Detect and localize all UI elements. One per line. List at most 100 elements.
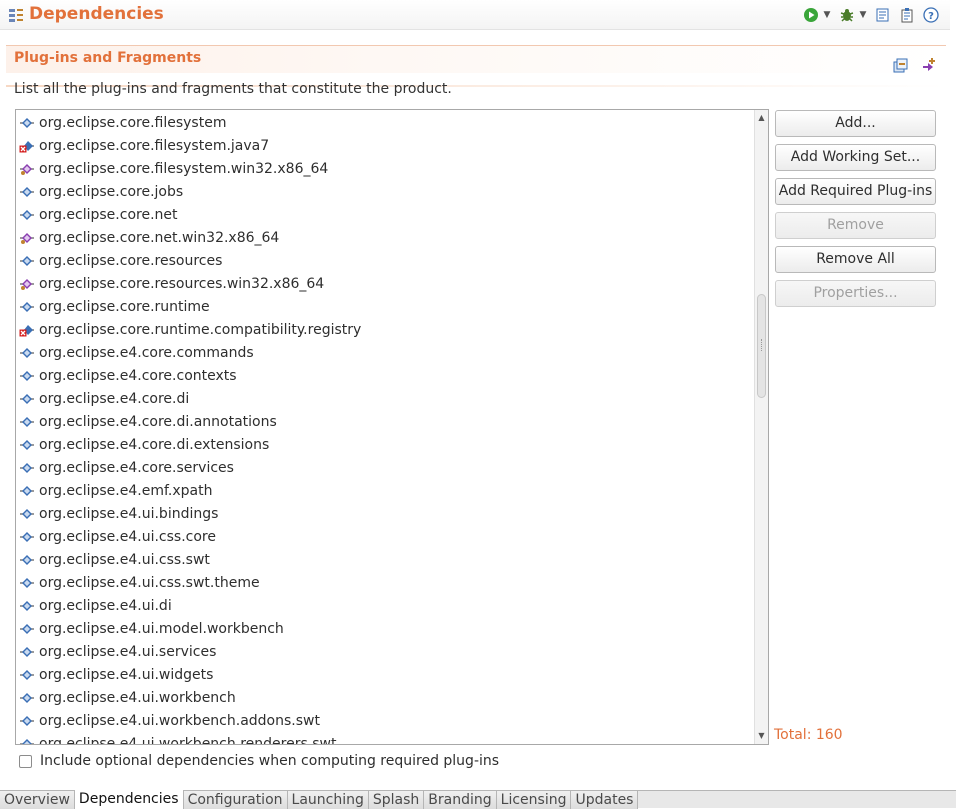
- list-item-label: org.eclipse.core.resources.win32.x86_64: [39, 275, 325, 292]
- list-item[interactable]: org.eclipse.e4.ui.css.swt: [16, 548, 754, 571]
- list-item-label: org.eclipse.core.runtime: [39, 298, 210, 315]
- tab-configuration[interactable]: Configuration: [183, 791, 288, 809]
- list-item-label: org.eclipse.e4.ui.css.core: [39, 528, 216, 545]
- list-item-label: org.eclipse.core.jobs: [39, 183, 184, 200]
- section-header: Plug-ins and Fragments: [6, 45, 946, 73]
- plugin-icon: [19, 437, 35, 453]
- debug-icon[interactable]: [838, 6, 856, 24]
- plugin-error-icon: [19, 322, 35, 338]
- plugin-icon: [19, 575, 35, 591]
- plugin-icon: [19, 184, 35, 200]
- list-item-label: org.eclipse.e4.emf.xpath: [39, 482, 213, 499]
- tab-branding[interactable]: Branding: [424, 791, 497, 809]
- scroll-thumb[interactable]: [757, 294, 766, 398]
- list-item-label: org.eclipse.e4.core.di: [39, 390, 190, 407]
- list-item[interactable]: org.eclipse.e4.ui.di: [16, 594, 754, 617]
- plugin-icon: [19, 414, 35, 430]
- list-item[interactable]: org.eclipse.e4.ui.workbench: [16, 686, 754, 709]
- list-item[interactable]: org.eclipse.e4.core.di.extensions: [16, 433, 754, 456]
- add-required-plugins-button[interactable]: Add Required Plug-ins: [775, 178, 936, 205]
- fragment-icon: [19, 276, 35, 292]
- list-item-label: org.eclipse.e4.ui.model.workbench: [39, 620, 284, 637]
- plugin-icon: [19, 598, 35, 614]
- page-title: Dependencies: [29, 4, 164, 24]
- editor-page-tabs: Overview Dependencies Configuration Launchi…: [0, 790, 956, 809]
- plugin-icon: [19, 345, 35, 361]
- list-item[interactable]: org.eclipse.core.runtime.compatibility.r…: [16, 318, 754, 341]
- list-item[interactable]: org.eclipse.e4.ui.workbench.renderers.sw…: [16, 732, 754, 745]
- list-item[interactable]: org.eclipse.e4.ui.css.swt.theme: [16, 571, 754, 594]
- list-item[interactable]: org.eclipse.e4.ui.model.workbench: [16, 617, 754, 640]
- list-item[interactable]: org.eclipse.e4.ui.css.core: [16, 525, 754, 548]
- list-item-label: org.eclipse.e4.ui.workbench.renderers.sw…: [39, 735, 337, 745]
- plugin-icon: [19, 506, 35, 522]
- list-item[interactable]: org.eclipse.e4.ui.services: [16, 640, 754, 663]
- collapse-all-icon[interactable]: [892, 56, 910, 74]
- scroll-down-arrow-icon[interactable]: ▼: [755, 730, 768, 742]
- list-item[interactable]: org.eclipse.core.runtime: [16, 295, 754, 318]
- list-item[interactable]: org.eclipse.e4.ui.bindings: [16, 502, 754, 525]
- plugin-icon: [19, 115, 35, 131]
- list-item-label: org.eclipse.e4.core.services: [39, 459, 234, 476]
- list-item[interactable]: org.eclipse.e4.emf.xpath: [16, 479, 754, 502]
- tab-updates[interactable]: Updates: [571, 791, 639, 809]
- scroll-up-arrow-icon[interactable]: ▲: [755, 112, 768, 124]
- list-item-label: org.eclipse.core.filesystem: [39, 114, 227, 131]
- list-item[interactable]: org.eclipse.e4.core.services: [16, 456, 754, 479]
- plugin-icon: [19, 736, 35, 744]
- tab-dependencies[interactable]: Dependencies: [74, 790, 184, 809]
- list-item[interactable]: org.eclipse.core.filesystem: [16, 111, 754, 134]
- tab-overview[interactable]: Overview: [0, 791, 75, 809]
- run-dropdown-icon[interactable]: ▼: [822, 6, 832, 24]
- list-item-label: org.eclipse.e4.ui.di: [39, 597, 172, 614]
- debug-dropdown-icon[interactable]: ▼: [858, 6, 868, 24]
- section-toolbar: [882, 56, 938, 74]
- list-item[interactable]: org.eclipse.e4.core.commands: [16, 341, 754, 364]
- list-item[interactable]: org.eclipse.e4.core.contexts: [16, 364, 754, 387]
- plugins-list[interactable]: org.eclipse.core.filesystem org.eclipse.c…: [15, 109, 769, 745]
- list-item-label: org.eclipse.e4.ui.widgets: [39, 666, 214, 683]
- list-item[interactable]: org.eclipse.core.jobs: [16, 180, 754, 203]
- list-item[interactable]: org.eclipse.core.filesystem.win32.x86_64: [16, 157, 754, 180]
- list-item[interactable]: org.eclipse.core.filesystem.java7: [16, 134, 754, 157]
- add-button[interactable]: Add...: [775, 110, 936, 137]
- list-item-label: org.eclipse.core.net: [39, 206, 178, 223]
- export-wizard-icon[interactable]: [898, 6, 916, 24]
- list-item-label: org.eclipse.e4.ui.services: [39, 643, 217, 660]
- properties-button[interactable]: Properties...: [775, 280, 936, 307]
- help-icon[interactable]: ?: [922, 6, 940, 24]
- vertical-scrollbar[interactable]: ▲ ▼: [754, 110, 768, 744]
- plugin-icon: [19, 690, 35, 706]
- list-item[interactable]: org.eclipse.e4.core.di.annotations: [16, 410, 754, 433]
- tab-licensing[interactable]: Licensing: [496, 791, 572, 809]
- list-item-label: org.eclipse.e4.ui.workbench: [39, 689, 236, 706]
- list-item[interactable]: org.eclipse.core.net.win32.x86_64: [16, 226, 754, 249]
- list-item[interactable]: org.eclipse.e4.ui.workbench.addons.swt: [16, 709, 754, 732]
- plugin-icon: [19, 529, 35, 545]
- remove-button[interactable]: Remove: [775, 212, 936, 239]
- sort-icon[interactable]: [920, 56, 938, 74]
- plugin-icon: [19, 368, 35, 384]
- list-item[interactable]: org.eclipse.core.resources.win32.x86_64: [16, 272, 754, 295]
- include-optional-label: Include optional dependencies when compu…: [40, 753, 500, 769]
- editor-toolbar: ▼ ▼ ?: [796, 6, 940, 24]
- tab-launching[interactable]: Launching: [287, 791, 369, 809]
- section-title: Plug-ins and Fragments: [14, 50, 202, 66]
- export-icon[interactable]: [874, 6, 892, 24]
- list-item-label: org.eclipse.e4.ui.workbench.addons.swt: [39, 712, 320, 729]
- include-optional-checkbox[interactable]: [19, 754, 32, 768]
- list-item-label: org.eclipse.core.filesystem.win32.x86_64: [39, 160, 329, 177]
- remove-all-button[interactable]: Remove All: [775, 246, 936, 273]
- plugin-error-icon: [19, 138, 35, 154]
- list-item-label: org.eclipse.core.runtime.compatibility.r…: [39, 321, 362, 338]
- tab-splash[interactable]: Splash: [368, 791, 425, 809]
- plugin-icon: [19, 483, 35, 499]
- list-item[interactable]: org.eclipse.e4.ui.widgets: [16, 663, 754, 686]
- add-working-set-button[interactable]: Add Working Set...: [775, 144, 936, 171]
- list-item[interactable]: org.eclipse.core.resources: [16, 249, 754, 272]
- list-item[interactable]: org.eclipse.e4.core.di: [16, 387, 754, 410]
- fragment-icon: [19, 161, 35, 177]
- list-item[interactable]: org.eclipse.core.net: [16, 203, 754, 226]
- run-icon[interactable]: [802, 6, 820, 24]
- svg-text:?: ?: [928, 11, 934, 22]
